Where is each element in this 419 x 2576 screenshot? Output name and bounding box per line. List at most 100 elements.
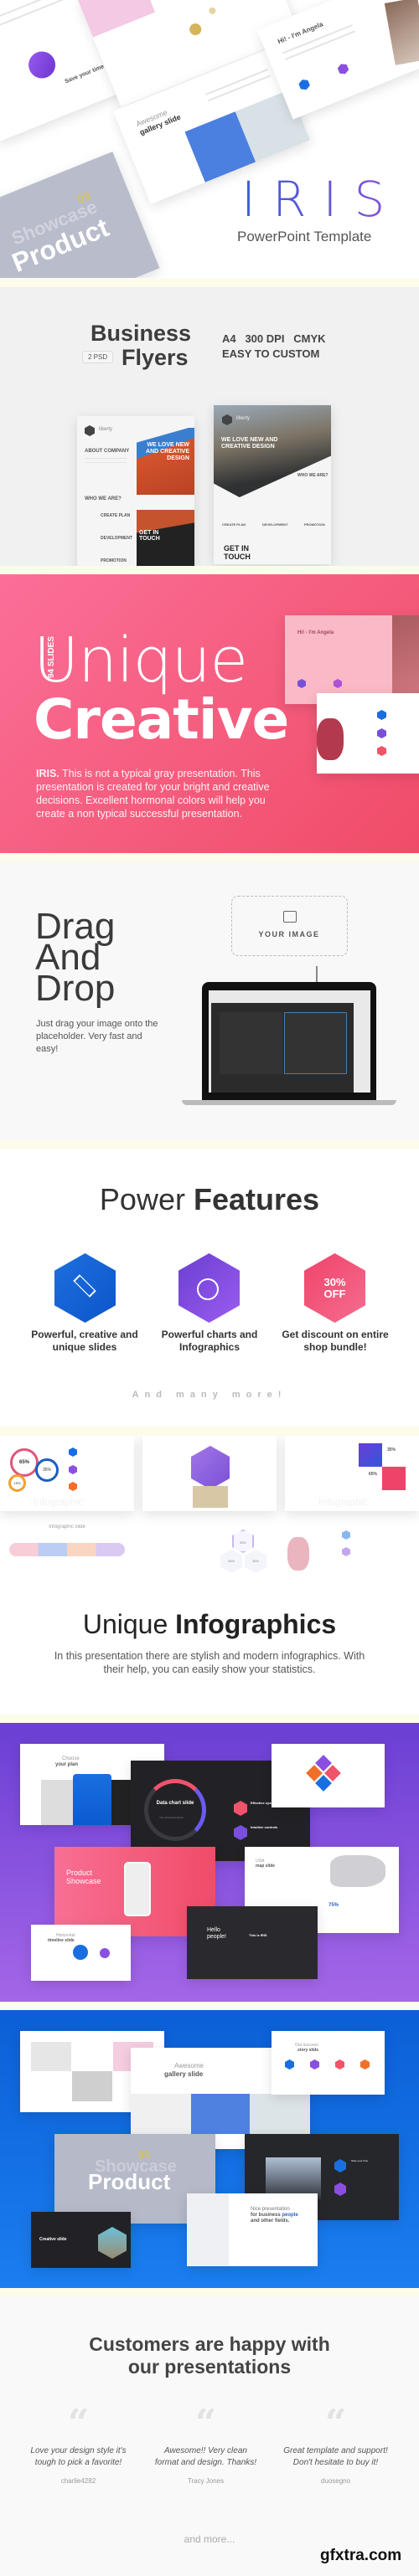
mock-slide-steps: Infographic slide [0, 1516, 134, 1575]
pct-label: 35% [387, 1447, 396, 1453]
image-placeholder: YOUR IMAGE [231, 896, 348, 956]
flyer-who: WHO WE ARE? [85, 496, 122, 501]
slide-heading: Save your time [64, 64, 106, 85]
pie-chart-icon [197, 1278, 219, 1300]
slide-heading: Data chart slide [156, 1801, 194, 1806]
slide-heading-bold: and other fields. [251, 2219, 290, 2224]
feature-label: Powerful charts and Infographics [161, 1329, 258, 1353]
blue-showcase-section: Awesome gallery slide Our success story … [0, 2010, 419, 2288]
usa-map [330, 1855, 385, 1887]
creative-section: 94 SLIDES Unique Creative IRIS. This is … [0, 574, 419, 853]
features-title: Power Features [0, 1182, 419, 1217]
slide-heading-bold: your plan [55, 1762, 79, 1767]
flyer-brand: liberty [99, 427, 113, 432]
pct-label: 75% [328, 1903, 339, 1908]
flyer-item: CREATE PLAN [222, 522, 246, 527]
title-line: Drop [35, 968, 116, 1009]
review-text: Awesome!! Very clean format and design. … [154, 2446, 257, 2467]
quote-icon: “ [67, 2402, 90, 2445]
pct-label: 35% [220, 1550, 242, 1573]
slide-heading: Infographic slide [49, 1525, 85, 1530]
creative-title-bold: Creative [34, 687, 289, 752]
flyer-item: DEVELOPMENT [262, 522, 288, 527]
flyer-brand: liberty [236, 416, 251, 421]
slide-heading: Product [88, 2169, 171, 2194]
flyers-specs: A4 300 DPI CMYK [222, 332, 326, 345]
watermark: gfxtra.com [320, 2547, 402, 2564]
psd-count-badge: 2 PSD [82, 351, 114, 363]
infographics-section: 65% 35% 15% Infographic 35% 65% Infograp… [0, 1436, 419, 1715]
title-light: Unique [82, 1609, 168, 1639]
flyer-right: liberty WE LOVE NEW AND CREATIVE DESIGN … [214, 405, 331, 564]
discount-off: OFF [323, 1288, 346, 1300]
slide-sub: Your chart description [159, 1816, 184, 1819]
slide-number: 03 [138, 2149, 150, 2161]
title-light: Power [99, 1182, 185, 1216]
slide-heading-light: Choose [62, 1756, 80, 1761]
review-card: “ Love your design style it's tough to p… [8, 2402, 148, 2486]
flyers-section: Business Flyers 2 PSD A4 300 DPI CMYK EA… [0, 287, 419, 566]
pct-label: 65% [10, 1448, 39, 1477]
review-card: “ Great template and support! Don't hesi… [266, 2402, 406, 2486]
laptop-base [182, 1100, 396, 1105]
flyer-image-top: WE LOVE NEW AND CREATIVE DESIGN [137, 428, 194, 495]
slide-hello-people: Hello people! This is IRIS [187, 1906, 318, 1979]
feature-hex-charts [178, 1253, 240, 1323]
flyers-title-line1: Business [91, 321, 192, 346]
laptop-screen [209, 990, 370, 1093]
pct-label: 35% [245, 1550, 266, 1573]
slide-heading: Hello people! [207, 1927, 226, 1940]
slide-sub: This is IRIS [249, 1933, 267, 1937]
pct-label: 35% [232, 1530, 254, 1553]
slide-heading: Creative slide [39, 2237, 67, 2242]
features-section: Power Features 30% OFF Powerful, creativ… [0, 1149, 419, 1427]
search-icon [24, 47, 59, 83]
slide-nice-presentation: Nice presentation for business people an… [187, 2193, 318, 2266]
drag-title: Drag And Drop [35, 908, 116, 1009]
discount-badge: 30% OFF [304, 1277, 365, 1300]
and-many-more: And many more! [132, 1390, 287, 1400]
slide-creative: Creative slide [31, 2212, 131, 2268]
infographics-title: Unique Infographics [0, 1609, 419, 1640]
flyers-title-line2: Flyers [122, 345, 189, 370]
brand-logo-iris: IRIS [241, 171, 402, 228]
list-heading: Save your time [351, 2159, 369, 2162]
review-text: Great template and support! Don't hesita… [283, 2446, 388, 2467]
title-bold: Features [193, 1182, 320, 1216]
slide-heading-bold: timeline slide [48, 1938, 75, 1943]
feature-hex-discount: 30% OFF [304, 1253, 365, 1323]
mock-slide-list [285, 1516, 419, 1575]
flyer-image-bottom: GET IN TOUCH [137, 510, 194, 566]
flyers-easy: EASY TO CUSTOM [222, 347, 320, 360]
flyer-left: liberty ABOUT COMPANY WHO WE ARE? CREATE… [77, 416, 194, 566]
slide-timeline: Horizontal timeline slide [31, 1925, 131, 1981]
mock-slide-coral [317, 693, 419, 774]
drag-description: Just drag your image onto the placeholde… [36, 1019, 158, 1054]
laptop [202, 982, 376, 1101]
image-coral [317, 718, 344, 760]
flyer-touch: GET IN TOUCH [224, 544, 251, 561]
feature-hex-slides [54, 1253, 116, 1323]
mock-slide-angela: Hi! - I'm Angela [285, 615, 419, 704]
flyer-item: CREATE PLAN [101, 513, 131, 518]
discount-value: 30% [323, 1276, 346, 1288]
customers-section: Customers are happy with our presentatio… [0, 2296, 419, 2576]
feature-label: Powerful, creative and unique slides [31, 1329, 138, 1353]
bg-word: Infographic [34, 1496, 84, 1508]
phone-image [124, 1862, 151, 1916]
logo-hex-icon [85, 425, 95, 436]
slide-heading-bold: for business people [251, 2213, 298, 2218]
mock-slide-hex-pcts: 35% 35% 35% [142, 1516, 277, 1575]
slide-diamonds [272, 1744, 385, 1807]
desc-lead: IRIS. [36, 768, 59, 779]
quote-icon: “ [194, 2402, 217, 2445]
flyer-headline: WE LOVE NEW AND CREATIVE DESIGN [221, 437, 278, 450]
drag-drop-section: Drag And Drop Just drag your image onto … [0, 862, 419, 1140]
flyer-item: PROMOTION [304, 522, 325, 527]
slide-product: Showcase 03 Product [0, 152, 160, 278]
review-author: duosegno [320, 2477, 351, 2485]
mock-slide-hex [142, 1436, 277, 1511]
review-card: “ Awesome!! Very clean format and design… [136, 2402, 276, 2486]
quote-icon: “ [324, 2402, 347, 2445]
purple-showcase-section: Choose your plan Data chart slide Your c… [0, 1723, 419, 2002]
